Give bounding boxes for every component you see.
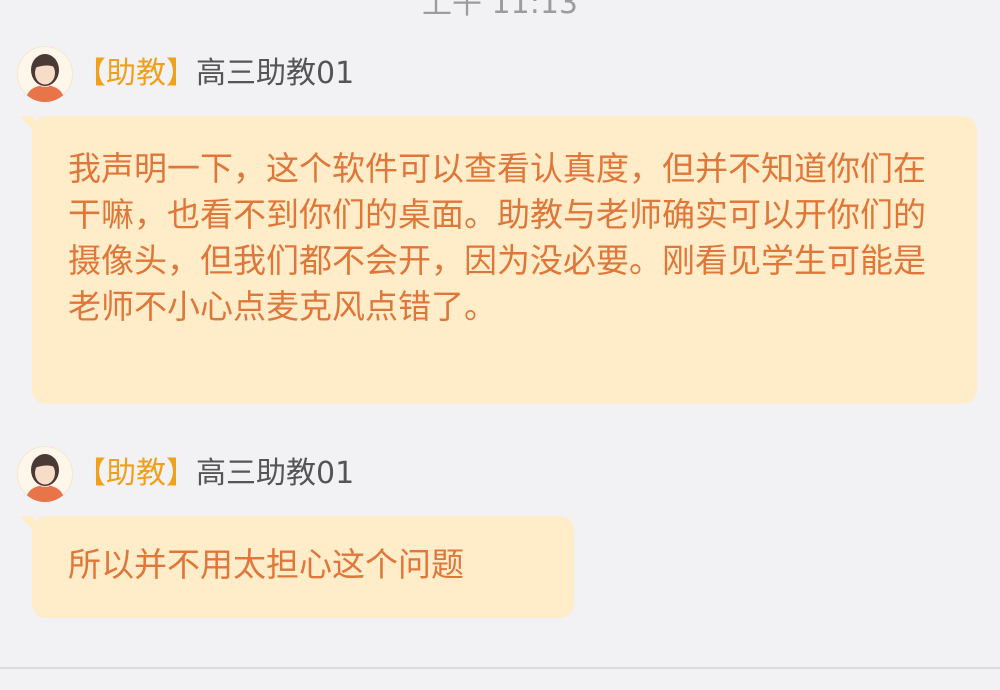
chat-timestamp: 上午 11:13 bbox=[422, 0, 578, 21]
role-tag: 【助教】 bbox=[76, 56, 196, 91]
message-bubble[interactable]: 所以并不用太担心这个问题 bbox=[20, 516, 574, 618]
sender-username: 高三助教01 bbox=[196, 456, 355, 491]
sender-name: 【助教】高三助教01 bbox=[76, 454, 354, 494]
chat-message: 【助教】高三助教01 所以并不用太担心这个问题 bbox=[0, 446, 1000, 618]
message-sender: 【助教】高三助教01 bbox=[0, 46, 1000, 104]
sender-username: 高三助教01 bbox=[196, 56, 355, 91]
chat-message: 【助教】高三助教01 我声明一下，这个软件可以查看认真度，但并不知道你们在干嘛，… bbox=[0, 46, 1000, 404]
female-avatar-icon[interactable] bbox=[17, 46, 73, 102]
female-avatar-icon[interactable] bbox=[17, 446, 73, 502]
message-bubble[interactable]: 我声明一下，这个软件可以查看认真度，但并不知道你们在干嘛，也看不到你们的桌面。助… bbox=[20, 116, 977, 404]
sender-name: 【助教】高三助教01 bbox=[76, 54, 354, 94]
input-divider bbox=[0, 667, 1000, 669]
message-sender: 【助教】高三助教01 bbox=[0, 446, 1000, 504]
role-tag: 【助教】 bbox=[76, 456, 196, 491]
